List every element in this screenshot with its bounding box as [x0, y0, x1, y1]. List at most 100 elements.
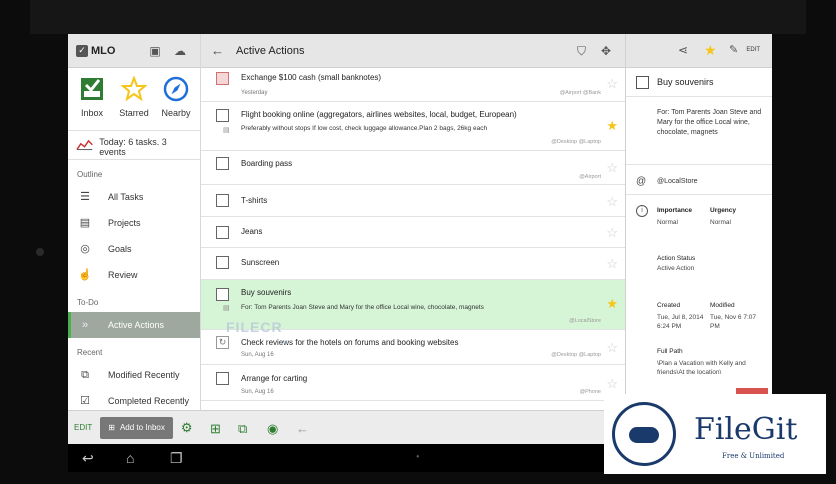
add-task-icon[interactable]: ⊞ — [210, 421, 221, 437]
star-icon[interactable]: ☆ — [606, 376, 618, 392]
task-row[interactable]: Exchange $100 cash (small banknotes) Yes… — [201, 68, 625, 102]
task-checkbox[interactable] — [216, 226, 229, 239]
status-value: Active Action — [657, 265, 695, 272]
star-icon[interactable]: ☆ — [606, 194, 618, 210]
importance-value: Normal — [657, 219, 678, 226]
edit-button[interactable]: EDIT — [74, 423, 92, 432]
task-checkbox[interactable] — [216, 372, 229, 385]
note-icon: ▤ — [223, 305, 230, 312]
filegit-watermark: FileGit Free & Unlimited — [604, 394, 826, 474]
task-context: @Desktop @Laptop — [551, 352, 601, 358]
checklist-icon: ☰ — [80, 191, 90, 203]
compass-icon — [163, 76, 189, 102]
quick-starred[interactable]: Starred — [114, 75, 154, 126]
star-icon[interactable]: ★ — [606, 118, 618, 134]
task-checkbox[interactable] — [216, 72, 229, 85]
task-rows: Exchange $100 cash (small banknotes) Yes… — [201, 68, 625, 410]
share-icon[interactable]: ⋖ — [678, 43, 688, 57]
home-icon[interactable]: ⌂ — [126, 450, 134, 466]
filter-icon[interactable]: ⛉ — [577, 44, 586, 59]
task-title: T-shirts — [241, 196, 268, 205]
add-to-inbox-label: Add to Inbox — [119, 423, 165, 432]
app-screen: ✓ MLO ▣ ☁ Inbox Starred Nearby Today: 6 … — [68, 34, 772, 444]
inbox-icon — [81, 78, 103, 100]
add-to-inbox-button[interactable]: ⊞ Add to Inbox — [100, 416, 173, 439]
nav-dot-icon: ● — [416, 454, 420, 460]
back-icon[interactable]: ↩ — [82, 450, 94, 467]
back-arrow-icon[interactable]: ← — [211, 43, 224, 58]
quick-inbox-label: Inbox — [80, 108, 104, 118]
sidebar-footer: EDIT ⊞ Add to Inbox ⚙ — [68, 410, 201, 444]
importance-label: Importance — [657, 207, 693, 214]
nav-review[interactable]: ☝ Review — [68, 262, 200, 288]
chevrons-down-icon: » — [81, 319, 89, 331]
nav-goals[interactable]: ◎ Goals — [68, 236, 200, 262]
nav-modified-recently-label: Modified Recently — [108, 370, 180, 380]
created-label: Created — [657, 302, 681, 309]
divider — [626, 164, 772, 165]
gear-icon[interactable]: ⚙ — [181, 420, 193, 436]
task-row[interactable]: ▤ Flight booking online (aggregators, ai… — [201, 102, 625, 151]
filegit-tagline: Free & Unlimited — [722, 452, 785, 460]
repeat-checkbox-icon[interactable]: ↻ — [216, 336, 229, 349]
nav-active-actions[interactable]: » Active Actions — [68, 312, 200, 338]
task-row[interactable]: Jeans ☆ — [201, 217, 625, 248]
filegit-name: FileGit — [694, 412, 798, 447]
back-arrow-icon[interactable]: ← — [296, 421, 309, 436]
task-checkbox[interactable] — [216, 288, 229, 301]
nav-all-tasks[interactable]: ☰ All Tasks — [68, 184, 200, 210]
filecr-watermark: FILECR — [226, 319, 283, 335]
full-path-value: \Plan a Vacation with Kelly and friends\… — [657, 360, 746, 376]
nav-projects[interactable]: ▤ Projects — [68, 210, 200, 236]
quick-access: Inbox Starred Nearby — [68, 68, 200, 130]
section-todo: To-Do — [77, 298, 99, 307]
cloud-sync-icon[interactable]: ☁ — [173, 44, 187, 58]
task-row[interactable]: Boarding pass @Airport ☆ — [201, 151, 625, 185]
filecr-watermark-sub: .com — [279, 340, 293, 346]
star-icon[interactable]: ☆ — [606, 76, 618, 92]
divider — [626, 194, 772, 195]
list-header: ← Active Actions ⛉ ✥ — [201, 34, 625, 68]
task-row[interactable]: Arrange for carting Sun, Aug 16 @Phone ☆ — [201, 365, 625, 401]
task-list-panel: ← Active Actions ⛉ ✥ Exchange $100 cash … — [201, 34, 625, 444]
modified-value: Tue, Nov 6 7:07 PM — [710, 314, 757, 330]
task-detail-panel: ⋖ ★ ✎ EDIT Buy souvenirs For: Tom Parent… — [625, 34, 772, 444]
star-icon[interactable]: ★ — [704, 42, 717, 59]
eye-icon[interactable]: ◉ — [267, 421, 278, 437]
detail-context[interactable]: @LocalStore — [657, 178, 698, 185]
detail-checkbox[interactable] — [636, 76, 649, 89]
task-row[interactable]: Sunscreen ☆ — [201, 248, 625, 280]
task-checkbox[interactable] — [216, 109, 229, 122]
status-label: Action Status — [657, 255, 696, 262]
sidebar: ✓ MLO ▣ ☁ Inbox Starred Nearby Today: 6 … — [68, 34, 201, 444]
quick-inbox[interactable]: Inbox — [72, 76, 112, 126]
today-summary[interactable]: Today: 6 tasks. 3 events — [68, 130, 200, 160]
star-icon[interactable]: ☆ — [606, 160, 618, 176]
task-note: Preferably without stops If low cost, ch… — [241, 125, 488, 132]
recents-icon[interactable]: ❐ — [170, 450, 183, 467]
task-date: Sun, Aug 16 — [241, 352, 274, 358]
task-checkbox[interactable] — [216, 256, 229, 269]
star-icon[interactable]: ★ — [606, 296, 618, 312]
star-icon[interactable]: ☆ — [606, 225, 618, 241]
projects-icon: ▤ — [79, 217, 91, 229]
task-checkbox[interactable] — [216, 157, 229, 170]
quick-starred-label: Starred — [119, 108, 149, 118]
task-title: Exchange $100 cash (small banknotes) — [241, 73, 382, 82]
star-icon[interactable]: ☆ — [606, 340, 618, 356]
outline-view-icon[interactable]: ▣ — [148, 44, 162, 58]
task-row[interactable]: T-shirts ☆ — [201, 185, 625, 217]
quick-nearby[interactable]: Nearby — [156, 76, 196, 126]
task-checkbox[interactable] — [216, 194, 229, 207]
star-icon[interactable]: ☆ — [606, 256, 618, 272]
nav-completed-recently-label: Completed Recently — [108, 396, 190, 406]
add-subtask-icon[interactable]: ⧉ — [238, 421, 247, 437]
detail-edit-button[interactable]: EDIT — [746, 47, 760, 53]
task-title: Buy souvenirs — [241, 288, 292, 297]
pencil-icon[interactable]: ✎ — [729, 43, 738, 56]
move-icon[interactable]: ✥ — [601, 44, 611, 58]
hand-icon: ☝ — [78, 269, 92, 281]
device-bezel — [30, 0, 806, 34]
task-row[interactable]: ↻ Check reviews for the hotels on forums… — [201, 330, 625, 365]
nav-modified-recently[interactable]: ⧉ Modified Recently — [68, 362, 200, 388]
